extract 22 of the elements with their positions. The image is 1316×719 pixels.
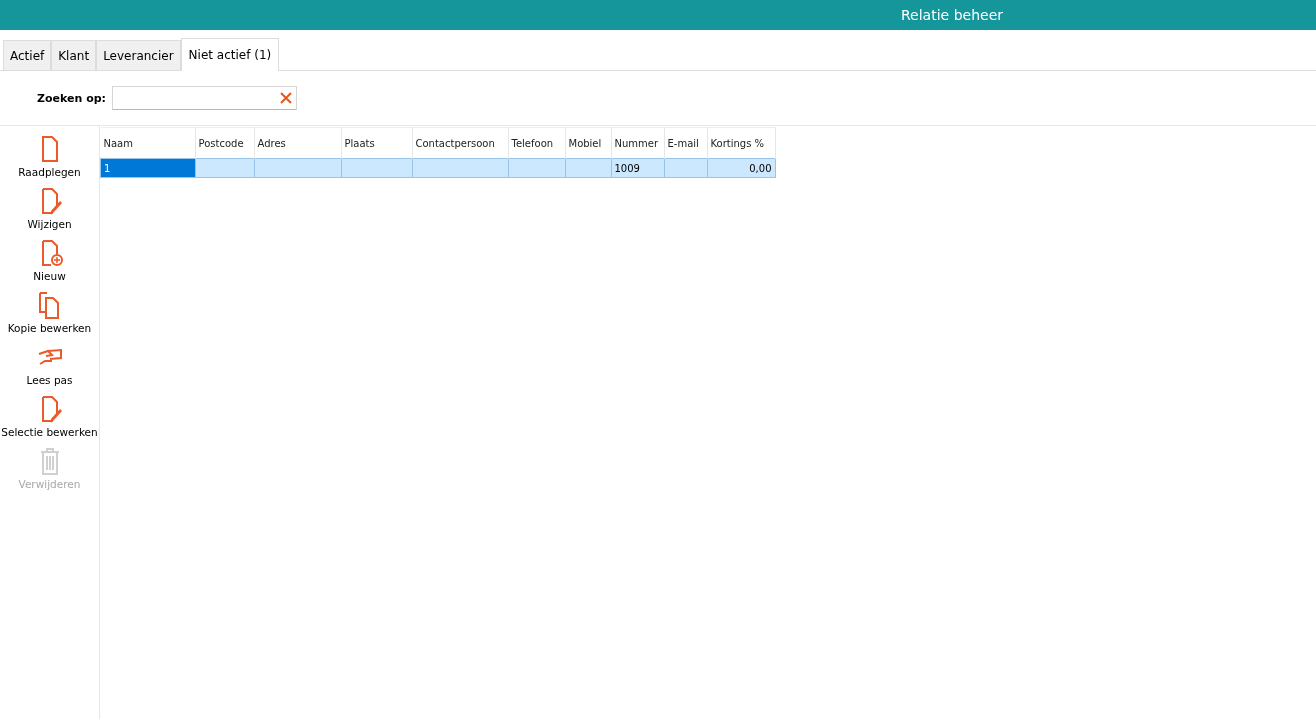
tab[interactable]: Leverancier	[96, 40, 181, 70]
action-button[interactable]: Selectie bewerken	[0, 394, 99, 446]
search-label: Zoeken op:	[37, 91, 106, 105]
action-button[interactable]: Nieuw	[0, 238, 99, 290]
action-button[interactable]: Lees pas	[0, 342, 99, 394]
tab[interactable]: Klant	[51, 40, 97, 70]
table-cell: 1	[100, 158, 195, 178]
table-cell	[664, 158, 707, 178]
action-button[interactable]: Wijzigen	[0, 186, 99, 238]
action-button[interactable]: Kopie bewerken	[0, 290, 99, 342]
table-cell	[565, 158, 611, 178]
table-cell	[341, 158, 412, 178]
table-cell	[508, 158, 565, 178]
close-icon[interactable]	[278, 91, 293, 105]
action-button[interactable]: Raadplegen	[0, 134, 99, 186]
search-field[interactable]	[111, 86, 297, 110]
window-title: Relatie beheer	[901, 7, 1003, 23]
table-cell	[195, 158, 254, 178]
tab[interactable]: Niet actief (1)	[180, 38, 280, 71]
tab[interactable]: Actief	[3, 40, 52, 70]
table-cell: 0,00	[707, 158, 775, 178]
table-cell: 1009	[611, 158, 664, 178]
